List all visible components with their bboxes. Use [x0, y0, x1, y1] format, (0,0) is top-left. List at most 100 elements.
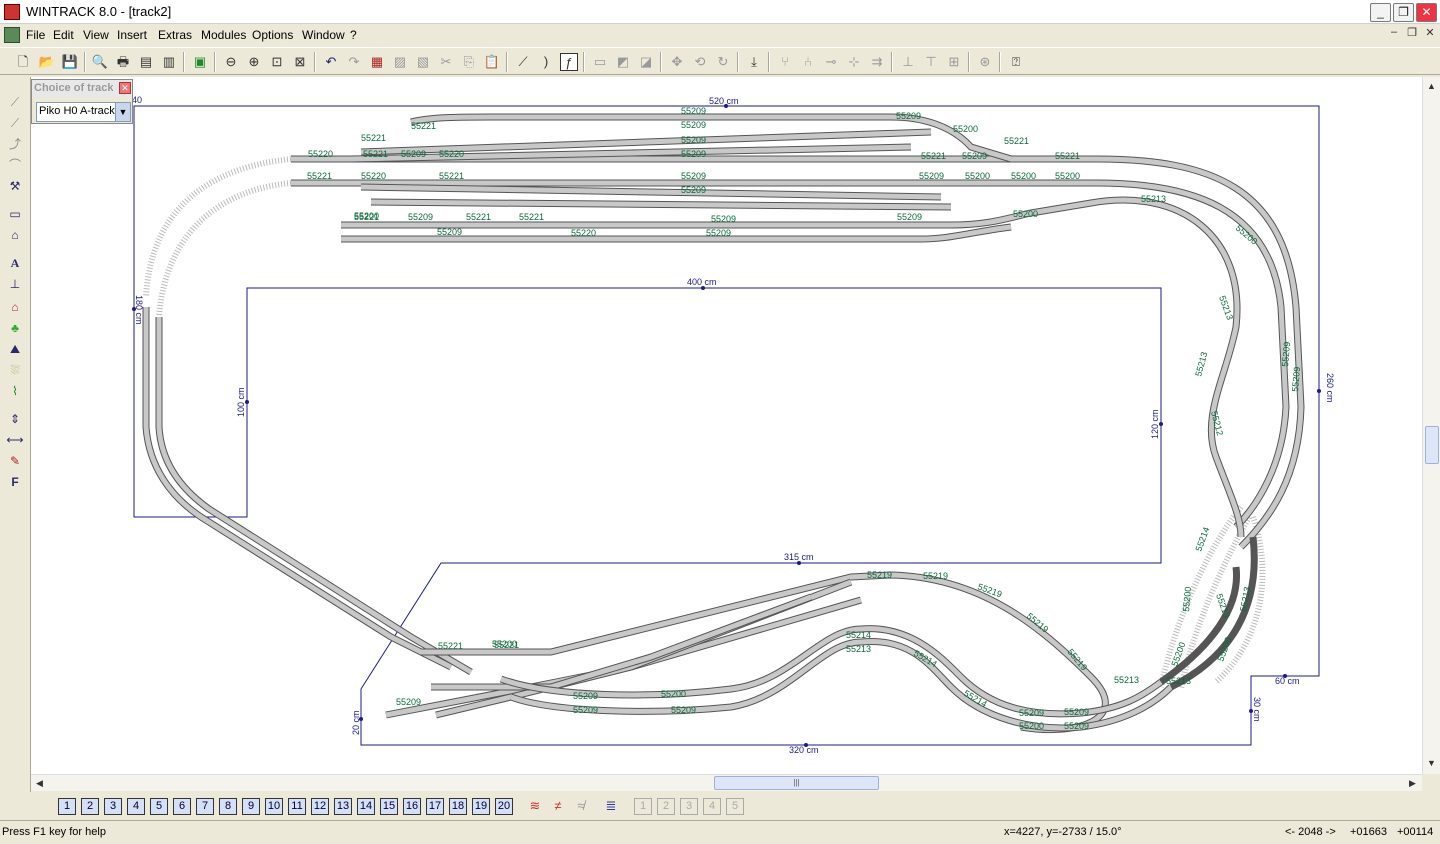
layers-all-icon[interactable]: ≋ — [526, 797, 544, 815]
menu-modules[interactable]: Modules — [201, 28, 246, 42]
move-icon[interactable]: ✥ — [668, 53, 686, 71]
height-marker-icon[interactable]: ⇕ — [5, 410, 25, 428]
minimize-button[interactable]: _ — [1370, 3, 1391, 22]
text-icon[interactable]: ▭ — [591, 53, 609, 71]
scroll-left-icon[interactable]: ◀ — [32, 776, 47, 791]
track-system-select[interactable]: Piko H0 A-track ▼ — [36, 102, 131, 122]
layer-button-19[interactable]: 19 — [472, 798, 490, 815]
copy-track-icon[interactable]: ▨ — [391, 53, 409, 71]
level-button-4[interactable]: 4 — [703, 798, 721, 815]
mdi-close-icon[interactable]: ✕ — [1422, 26, 1438, 42]
copy-icon[interactable]: ⎘ — [460, 53, 478, 71]
menu-view[interactable]: View — [83, 28, 109, 42]
mdi-restore-icon[interactable]: ❐ — [1404, 26, 1420, 42]
zoom-window-icon[interactable]: ⊡ — [268, 53, 286, 71]
menu-edit[interactable]: Edit — [53, 28, 74, 42]
layer-button-8[interactable]: 8 — [219, 798, 237, 815]
layer-button-15[interactable]: 15 — [380, 798, 398, 815]
vertical-scroll-thumb[interactable] — [1425, 426, 1439, 464]
scroll-up-icon[interactable]: ▲ — [1424, 79, 1439, 94]
rotate-icon[interactable]: ⟲ — [691, 53, 709, 71]
layers-stack-icon[interactable]: ≣ — [602, 797, 620, 815]
layer-button-20[interactable]: 20 — [495, 798, 513, 815]
profile-icon[interactable]: ⌇ — [5, 382, 25, 400]
layer-a-icon[interactable]: ◩ — [614, 53, 632, 71]
layer-button-11[interactable]: 11 — [288, 798, 306, 815]
insert-point-icon[interactable]: ⤓ — [745, 53, 763, 71]
flex-2-icon[interactable]: ⟋ — [5, 114, 25, 132]
menu-extras[interactable]: Extras — [158, 28, 192, 42]
zoom-out-icon[interactable]: ⊖ — [222, 53, 240, 71]
layer-button-2[interactable]: 2 — [81, 798, 99, 815]
height-2-icon[interactable]: ⊥ — [899, 53, 917, 71]
zoom-all-icon[interactable]: ⊠ — [291, 53, 309, 71]
catalog-icon[interactable]: ▦ — [368, 53, 386, 71]
layer-button-3[interactable]: 3 — [104, 798, 122, 815]
chevron-down-icon[interactable]: ▼ — [115, 103, 130, 121]
close-button[interactable]: ✕ — [1416, 3, 1437, 22]
menu-help[interactable]: ? — [350, 28, 357, 42]
save-icon[interactable]: 💾 — [61, 53, 79, 71]
scroll-right-icon[interactable]: ▶ — [1405, 776, 1420, 791]
text-tool-icon[interactable]: A — [5, 254, 25, 272]
layers-red-icon[interactable]: ≠ — [549, 797, 567, 815]
level-icon[interactable]: ⊹ — [845, 53, 863, 71]
curve-icon[interactable]: ) — [537, 53, 555, 71]
height-icon[interactable]: ⇉ — [868, 53, 886, 71]
line-icon[interactable]: ƒ — [560, 53, 578, 71]
rotate-180-icon[interactable]: ↻ — [714, 53, 732, 71]
level-button-2[interactable]: 2 — [657, 798, 675, 815]
landscape-icon[interactable]: ⛰ — [5, 340, 25, 358]
signal-icon[interactable]: ⚒ — [5, 177, 25, 195]
house-icon[interactable]: ⌂ — [5, 298, 25, 316]
zoom-in-icon[interactable]: ⊕ — [245, 53, 263, 71]
mdi-minimize-icon[interactable]: – — [1386, 26, 1402, 42]
print-icon[interactable]: 🖶 — [114, 53, 132, 71]
split-icon[interactable]: ⑂ — [776, 53, 794, 71]
height-4-icon[interactable]: ⊞ — [945, 53, 963, 71]
join-icon[interactable]: ⑃ — [799, 53, 817, 71]
level-button-1[interactable]: 1 — [634, 798, 652, 815]
layers-grey-icon[interactable]: ≉ — [572, 797, 590, 815]
menu-insert[interactable]: Insert — [117, 28, 147, 42]
dimension-icon[interactable]: ⊥ — [5, 275, 25, 293]
layer-button-16[interactable]: 16 — [403, 798, 421, 815]
paste-icon[interactable]: 📋 — [483, 53, 501, 71]
new-icon[interactable]: 🗋 — [14, 53, 32, 71]
tree-icon[interactable]: ♣ — [5, 319, 25, 337]
platform-icon[interactable]: ▭ — [5, 205, 25, 223]
ramp-icon[interactable]: ⤴ — [5, 135, 25, 153]
layer-button-17[interactable]: 17 — [426, 798, 444, 815]
paste-track-icon[interactable]: ▧ — [414, 53, 432, 71]
layer-button-18[interactable]: 18 — [449, 798, 467, 815]
layer-button-6[interactable]: 6 — [173, 798, 191, 815]
layer-button-12[interactable]: 12 — [311, 798, 329, 815]
close-icon[interactable]: ✕ — [119, 82, 131, 94]
terrain-icon[interactable]: ⛆ — [5, 361, 25, 379]
undo-icon[interactable]: ↶ — [322, 53, 340, 71]
print-setup-icon[interactable]: ▤ — [137, 53, 155, 71]
building-icon[interactable]: ⌂ — [5, 226, 25, 244]
layer-button-10[interactable]: 10 — [265, 798, 283, 815]
app-icon[interactable] — [4, 4, 20, 20]
level-button-5[interactable]: 5 — [726, 798, 744, 815]
horizontal-scrollbar[interactable]: ◀ ||| ▶ — [31, 774, 1422, 791]
track-plan[interactable]: 520 cm 400 cm 315 cm 320 cm 60 cm 40 260… — [31, 77, 1422, 774]
menu-options[interactable]: Options — [252, 28, 293, 42]
level-button-3[interactable]: 3 — [680, 798, 698, 815]
layer-b-icon[interactable]: ◪ — [637, 53, 655, 71]
list-icon[interactable]: ▥ — [160, 53, 178, 71]
layer-button-9[interactable]: 9 — [242, 798, 260, 815]
layer-button-5[interactable]: 5 — [150, 798, 168, 815]
scroll-down-icon[interactable]: ▼ — [1424, 756, 1439, 771]
open-icon[interactable]: 📂 — [38, 53, 56, 71]
horizontal-scroll-thumb[interactable]: ||| — [714, 776, 879, 790]
menu-window[interactable]: Window — [302, 28, 345, 42]
flex-icon[interactable]: ⟋ — [5, 93, 25, 111]
layer-button-14[interactable]: 14 — [357, 798, 375, 815]
grid-icon[interactable]: ⊛ — [976, 53, 994, 71]
cut-icon[interactable]: ✂ — [437, 53, 455, 71]
print-preview-icon[interactable]: 🔍 — [91, 53, 109, 71]
vertical-scrollbar[interactable]: ▲ ▼ — [1422, 77, 1440, 774]
paint-icon[interactable]: ✎ — [5, 452, 25, 470]
